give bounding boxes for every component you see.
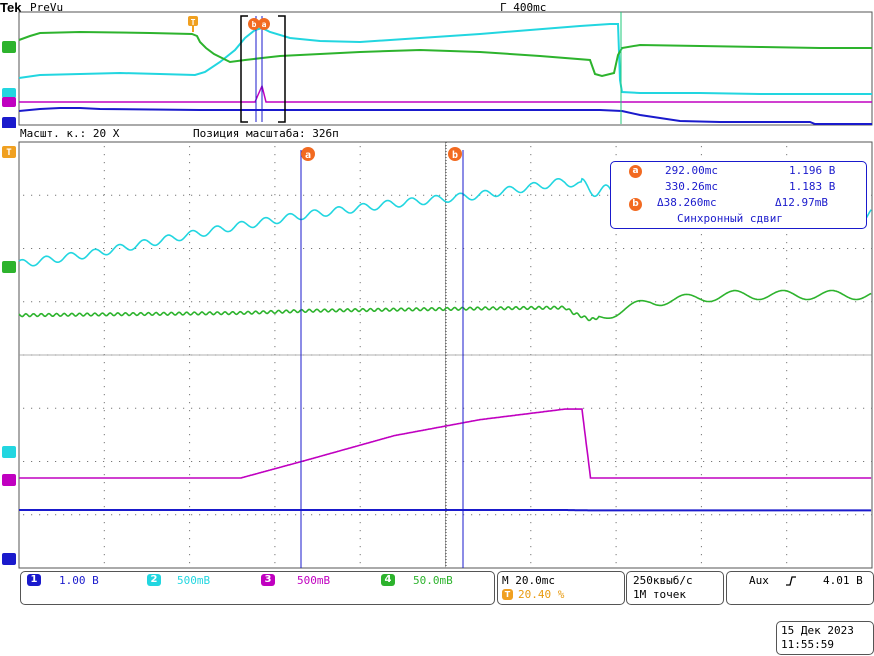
time: 11:55:59 xyxy=(781,638,834,651)
svg-text:b: b xyxy=(252,20,257,29)
ch1-offset-marker xyxy=(2,553,16,565)
ch4-badge[interactable]: 4 xyxy=(381,574,395,586)
cursor-a-value: 1.196 B xyxy=(789,164,836,177)
ch3-scale[interactable]: 500mB xyxy=(297,574,330,587)
cursor-b-badge-readout: b xyxy=(629,198,642,211)
ch2-overview-marker xyxy=(2,88,16,98)
svg-text:a: a xyxy=(262,20,267,29)
trigger-position-icon: T xyxy=(502,589,513,600)
ch4-scale[interactable]: 50.0mB xyxy=(413,574,453,587)
ch2-offset-marker xyxy=(2,446,16,458)
ch1-overview-marker xyxy=(2,117,16,128)
channel-scale-bar[interactable]: 1 1.00 B 2 500mB 3 500mB 4 50.0mB xyxy=(20,571,495,605)
cursor-a-time: 292.00mc xyxy=(665,164,718,177)
ch3-overview-marker xyxy=(2,97,16,107)
cursor-b-time: 330.26mc xyxy=(665,180,718,193)
sample-rate: 250квыб/с xyxy=(633,574,693,587)
ch1-scale[interactable]: 1.00 B xyxy=(59,574,99,587)
ch2-scale[interactable]: 500mB xyxy=(177,574,210,587)
horizontal-settings[interactable]: M 20.0mc T 20.40 % xyxy=(497,571,625,605)
cursor-mode: Синхронный сдвиг xyxy=(677,212,783,225)
trigger-source: Aux xyxy=(749,574,769,587)
svg-text:b: b xyxy=(452,150,458,161)
cursor-readout: a 292.00mc 1.196 B 330.26mc 1.183 B b Δ3… xyxy=(610,161,867,229)
cursor-a-badge-readout: a xyxy=(629,165,642,178)
rising-edge-icon xyxy=(786,576,796,586)
svg-text:a: a xyxy=(305,150,311,161)
ch1-badge[interactable]: 1 xyxy=(27,574,41,586)
trigger-level: 4.01 B xyxy=(823,574,863,587)
trigger-position: 20.40 % xyxy=(518,588,565,601)
ch4-offset-marker xyxy=(2,261,16,273)
overview-pane[interactable]: T b a xyxy=(0,0,874,128)
svg-text:T: T xyxy=(6,148,12,158)
horizontal-scale: M 20.0mc xyxy=(502,574,555,587)
trigger-settings[interactable]: Aux 4.01 B xyxy=(726,571,874,605)
record-length: 1M точек xyxy=(633,588,686,601)
ch2-badge[interactable]: 2 xyxy=(147,574,161,586)
ch4-overview-marker xyxy=(2,41,16,53)
cursor-delta-time: Δ38.260mc xyxy=(657,196,717,209)
trigger-icon-label: T xyxy=(191,18,196,27)
zoom-factor: Масшт. к.: 20 X xyxy=(20,127,120,140)
date: 15 Дек 2023 xyxy=(781,624,854,637)
zoom-position: Позиция масштаба: 326п xyxy=(193,127,339,140)
cursor-delta-value: Δ12.97mB xyxy=(775,196,828,209)
datetime-box: 15 Дек 2023 11:55:59 xyxy=(776,621,874,655)
ch3-offset-marker xyxy=(2,474,16,486)
cursor-b-value: 1.183 B xyxy=(789,180,836,193)
ch3-badge[interactable]: 3 xyxy=(261,574,275,586)
acquisition-settings[interactable]: 250квыб/с 1M точек xyxy=(626,571,724,605)
